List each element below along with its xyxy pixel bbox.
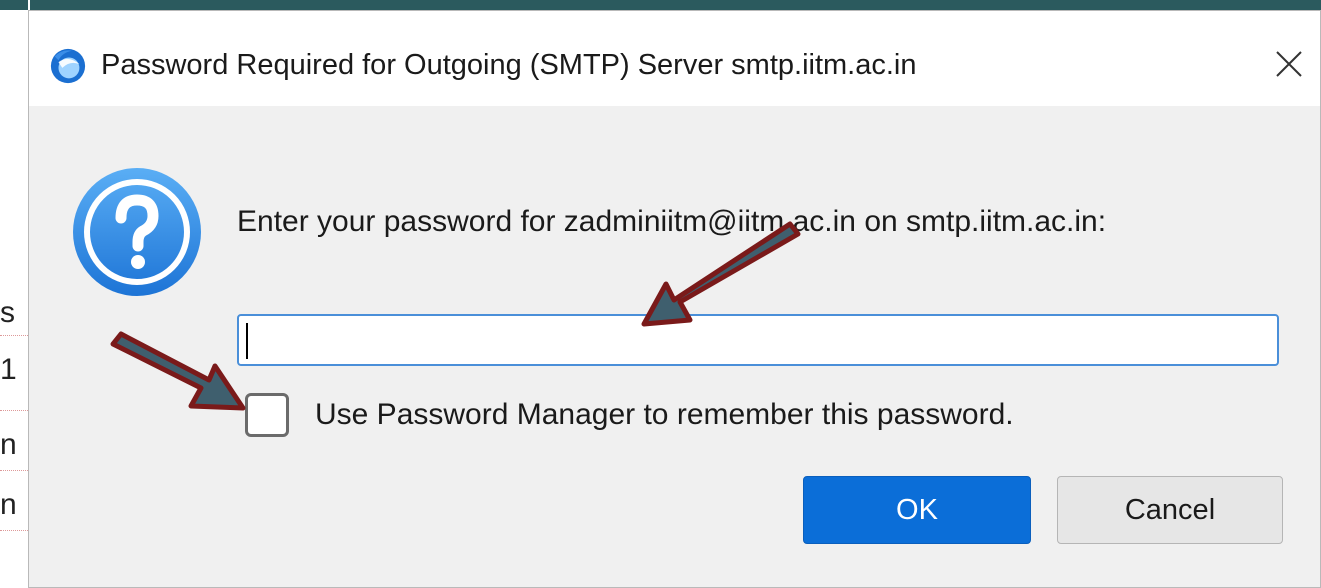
dialog-titlebar: Password Required for Outgoing (SMTP) Se…	[29, 11, 1320, 106]
close-button[interactable]	[1266, 41, 1312, 87]
background-text-fragment: n	[0, 488, 17, 521]
question-icon	[73, 168, 201, 296]
cancel-button[interactable]: Cancel	[1057, 476, 1283, 544]
background-text-fragment: s	[0, 296, 15, 329]
password-input[interactable]	[237, 314, 1279, 366]
password-dialog: Password Required for Outgoing (SMTP) Se…	[28, 10, 1321, 588]
background-text-fragment: n	[0, 428, 17, 461]
background-divider	[0, 410, 30, 411]
thunderbird-icon	[50, 48, 86, 84]
background-divider	[0, 470, 30, 471]
close-icon	[1276, 51, 1302, 77]
background-strip	[0, 0, 28, 10]
remember-password-label[interactable]: Use Password Manager to remember this pa…	[315, 393, 1014, 437]
text-caret	[246, 323, 248, 359]
dialog-title: Password Required for Outgoing (SMTP) Se…	[101, 49, 917, 81]
password-prompt: Enter your password for zadminiitm@iitm.…	[237, 205, 1107, 238]
background-divider	[0, 530, 30, 531]
ok-button[interactable]: OK	[803, 476, 1031, 544]
background-text-fragment: 1	[0, 353, 17, 386]
remember-password-checkbox[interactable]	[245, 393, 289, 437]
background-divider	[0, 335, 30, 336]
